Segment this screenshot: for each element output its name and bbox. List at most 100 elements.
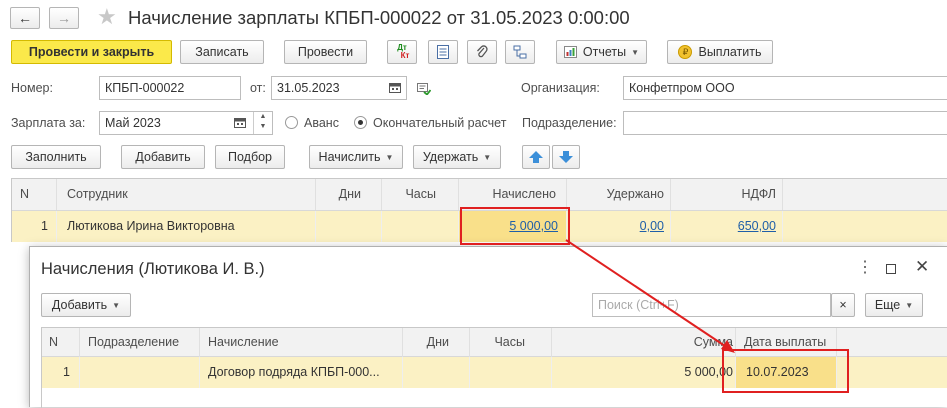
column-header[interactable]: Дни xyxy=(316,179,382,210)
move-down-button[interactable] xyxy=(552,145,580,169)
fill-button[interactable]: Заполнить xyxy=(11,145,101,169)
post-and-close-button[interactable]: Провести и закрыть xyxy=(11,40,172,64)
organization-label: Организация: xyxy=(521,81,600,95)
hours-cell[interactable] xyxy=(382,211,459,242)
search-input[interactable]: Поиск (Ctrl+F) xyxy=(592,293,831,317)
date-value: 31.05.2023 xyxy=(277,81,340,95)
forward-arrow-icon: → xyxy=(57,10,71,26)
structure-button[interactable] xyxy=(505,40,535,64)
column-header[interactable]: Часы xyxy=(470,328,552,357)
comment-icon[interactable] xyxy=(417,83,431,95)
forward-button[interactable]: → xyxy=(49,7,79,29)
division-cell[interactable] xyxy=(80,357,200,388)
column-header[interactable]: Подразделение xyxy=(80,328,200,357)
dropdown-caret-icon: ▼ xyxy=(112,300,121,310)
period-stepper[interactable]: ▲ ▼ xyxy=(253,112,272,134)
withheld-link[interactable]: 0,00 xyxy=(640,219,664,233)
list-icon xyxy=(437,45,449,59)
employee-cell[interactable]: Лютикова Ирина Викторовна xyxy=(57,211,316,242)
favorite-star-icon[interactable]: ★ xyxy=(97,5,117,29)
popup-add-label: Добавить xyxy=(51,298,108,312)
reports-label: Отчеты xyxy=(582,45,627,59)
arrow-up-icon xyxy=(529,151,543,163)
ndfl-link[interactable]: 650,00 xyxy=(738,219,776,233)
popup-title: Начисления (Лютикова И. В.) xyxy=(41,260,265,278)
division-field[interactable] xyxy=(623,111,947,135)
number-label: Номер: xyxy=(11,81,53,95)
add-button[interactable]: Добавить xyxy=(121,145,205,169)
date-field[interactable]: 31.05.2023 xyxy=(271,76,407,100)
report-icon xyxy=(563,46,577,58)
more-label: Еще xyxy=(874,298,901,312)
post-button[interactable]: Провести xyxy=(284,40,367,64)
column-header[interactable]: N xyxy=(42,328,80,357)
save-button[interactable]: Записать xyxy=(180,40,264,64)
calendar-icon[interactable] xyxy=(389,82,401,93)
stepper-down-icon[interactable]: ▼ xyxy=(260,122,267,132)
column-header[interactable]: Удержано xyxy=(567,179,671,210)
ndfl-cell[interactable]: 650,00 xyxy=(671,211,783,242)
more-button[interactable]: Еще ▼ xyxy=(865,293,923,317)
reports-button[interactable]: Отчеты ▼ xyxy=(556,40,647,64)
sum-cell[interactable]: 5 000,00 xyxy=(552,357,736,388)
pay-button[interactable]: ₽ Выплатить xyxy=(667,40,773,64)
arrow-down-icon xyxy=(559,151,573,163)
column-header[interactable]: Начислено xyxy=(459,179,567,210)
list-button[interactable] xyxy=(428,40,458,64)
pay-label: Выплатить xyxy=(698,45,762,59)
column-header[interactable]: N xyxy=(12,179,57,210)
more-vertical-icon[interactable]: ⋮ xyxy=(857,260,873,276)
dropdown-caret-icon: ▼ xyxy=(631,47,640,57)
column-header[interactable]: Сумма xyxy=(552,328,736,357)
days-cell[interactable] xyxy=(316,211,382,242)
dt-kt-button[interactable]: Дт Кт xyxy=(387,40,417,64)
popup-add-button[interactable]: Добавить ▼ xyxy=(41,293,131,317)
accrue-button[interactable]: Начислить ▼ xyxy=(309,145,403,169)
stepper-up-icon[interactable]: ▲ xyxy=(260,112,267,122)
structure-icon xyxy=(513,45,527,59)
page-title: Начисление зарплаты КПБП-000022 от 31.05… xyxy=(128,7,630,28)
clear-search-button[interactable]: × xyxy=(831,293,855,317)
salary-for-label: Зарплата за: xyxy=(11,116,86,130)
select-button[interactable]: Подбор xyxy=(215,145,285,169)
salary-period-value: Май 2023 xyxy=(105,116,161,130)
advance-label: Аванс xyxy=(304,116,339,130)
days-cell[interactable] xyxy=(403,357,470,388)
calendar-icon[interactable] xyxy=(234,117,246,128)
accrual-cell[interactable]: Договор подряда КПБП-000... xyxy=(200,357,403,388)
back-arrow-icon: ← xyxy=(18,10,32,26)
withheld-cell[interactable]: 0,00 xyxy=(567,211,671,242)
withhold-button[interactable]: Удержать ▼ xyxy=(413,145,501,169)
withhold-label: Удержать xyxy=(422,150,479,164)
organization-field[interactable]: Конфетпром ООО xyxy=(623,76,947,100)
division-label: Подразделение: xyxy=(522,116,617,130)
dt-kt-icon: Дт Кт xyxy=(397,43,410,60)
highlight-accrued-box xyxy=(460,207,570,245)
close-icon[interactable]: ✕ xyxy=(915,257,929,277)
final-calc-radio[interactable] xyxy=(354,116,367,129)
search-placeholder: Поиск (Ctrl+F) xyxy=(598,298,679,312)
coin-icon: ₽ xyxy=(678,45,693,59)
final-calc-label: Окончательный расчет xyxy=(373,116,507,130)
paperclip-icon xyxy=(477,45,488,58)
accrue-label: Начислить xyxy=(318,150,381,164)
move-up-button[interactable] xyxy=(522,145,550,169)
back-button[interactable]: ← xyxy=(10,7,40,29)
column-header[interactable]: Дни xyxy=(403,328,470,357)
hours-cell[interactable] xyxy=(470,357,552,388)
column-header[interactable]: Сотрудник xyxy=(57,179,316,210)
highlight-paydate-box xyxy=(722,349,849,393)
advance-radio[interactable] xyxy=(285,116,298,129)
number-field[interactable]: КПБП-000022 xyxy=(99,76,241,100)
row-number: 1 xyxy=(42,357,80,388)
salary-period-field[interactable]: Май 2023 ▲ ▼ xyxy=(99,111,273,135)
maximize-icon[interactable] xyxy=(886,264,896,274)
dropdown-caret-icon: ▼ xyxy=(905,300,914,310)
dropdown-caret-icon: ▼ xyxy=(385,152,394,162)
dropdown-caret-icon: ▼ xyxy=(483,152,492,162)
column-header[interactable]: НДФЛ xyxy=(671,179,783,210)
attach-button[interactable] xyxy=(467,40,497,64)
column-header[interactable]: Начисление xyxy=(200,328,403,357)
column-header[interactable]: Часы xyxy=(382,179,459,210)
row-number: 1 xyxy=(12,211,57,242)
